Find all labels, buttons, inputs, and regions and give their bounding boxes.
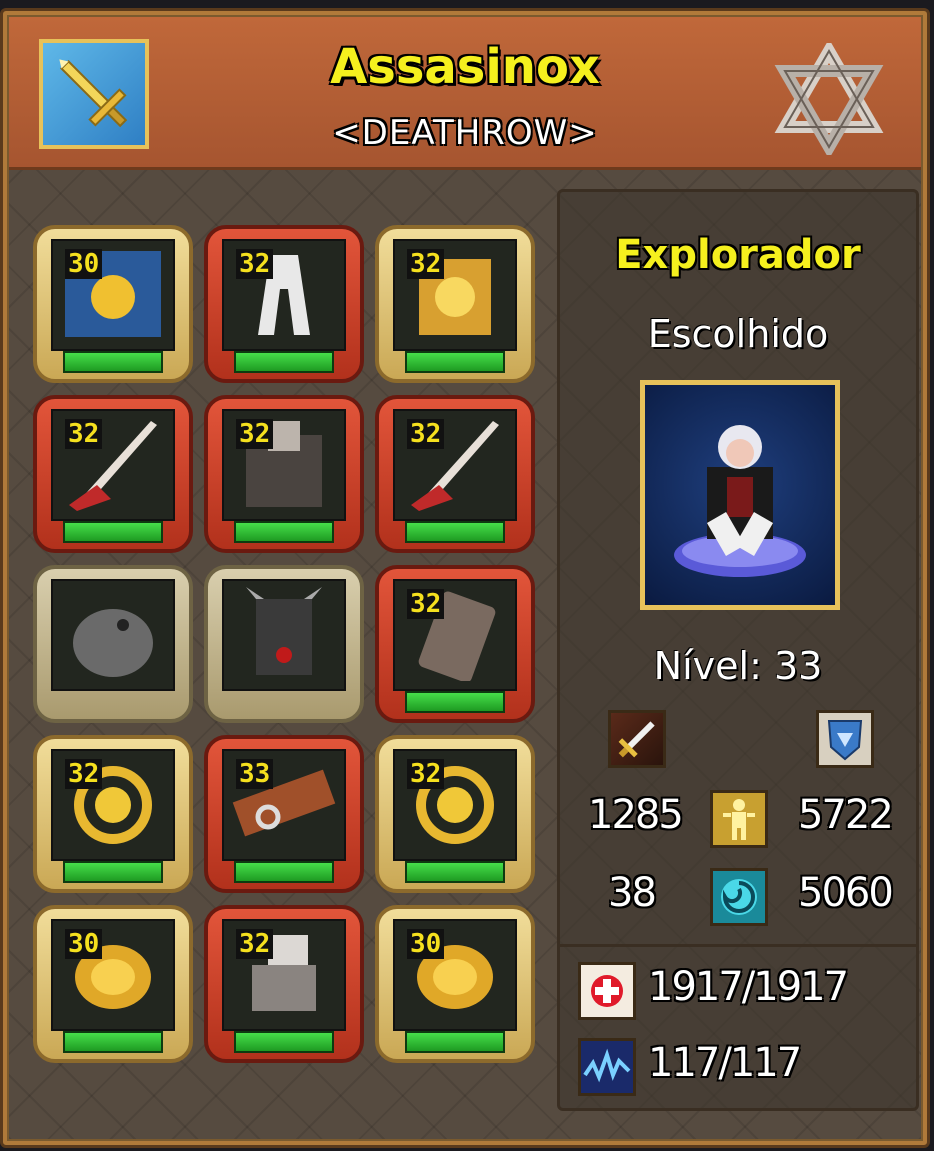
equipment-slot[interactable]: 30 [33,225,193,383]
durability-bar [405,1031,505,1053]
item-level-badge: 32 [407,589,445,619]
eagle-pet-icon [73,609,153,677]
equipment-item: 33 [222,749,346,861]
item-level-badge: 32 [407,419,445,449]
equipment-item: 30 [51,239,175,351]
equipment-slot[interactable] [204,565,364,723]
durability-bar [405,691,505,713]
mana-wave-icon [578,1038,636,1096]
equipment-item: 32 [51,749,175,861]
equipment-item: 32 [222,239,346,351]
character-portrait [640,380,840,610]
item-level-badge: 32 [236,249,274,279]
durability-bar [234,351,334,373]
vitality-value: 5722 [798,792,894,838]
equipment-slot[interactable]: 32 [375,735,535,893]
vitality-figure-icon [710,790,768,848]
character-level: Nível: 33 [653,644,823,688]
equipment-slot[interactable]: 32 [204,395,364,553]
item-level-badge: 32 [407,249,445,279]
durability-bar [63,521,163,543]
character-panel: Assasinox <DEATHROW> 30 32 32 32 32 32 32 32 33 3… [7,15,923,1141]
character-window: Assasinox <DEATHROW> 30 32 32 32 32 32 32 32 33 3… [0,8,930,1148]
equipment-slot[interactable]: 33 [204,735,364,893]
durability-bar [405,351,505,373]
equipment-item: 32 [222,409,346,521]
durability-bar [63,351,163,373]
hp-value: 1917/1917 [648,964,849,1010]
item-level-badge: 32 [65,759,103,789]
attack-sword-icon [608,710,666,768]
durability-bar [234,521,334,543]
durability-bar [63,1031,163,1053]
equipment-item [51,579,175,691]
item-level-badge: 30 [407,929,445,959]
equipment-slot[interactable]: 32 [204,225,364,383]
stats-panel: Explorador Escolhido Nível: 33 1285 5722… [557,189,919,1111]
equipment-item: 30 [393,919,517,1031]
equipment-item: 32 [393,749,517,861]
item-level-badge: 32 [236,419,274,449]
equipment-slot[interactable]: 30 [33,905,193,1063]
subclass-name: Escolhido [647,312,829,356]
attack-value: 1285 [588,792,684,838]
faction-emblem-icon [774,43,884,155]
item-level-badge: 30 [65,929,103,959]
energy-swirl-icon [710,868,768,926]
demon-costume-icon [246,587,322,675]
header: Assasinox <DEATHROW> [9,17,921,170]
secondary-value: 38 [608,870,657,916]
equipment-slot[interactable]: 32 [375,395,535,553]
item-level-badge: 33 [236,759,274,789]
durability-bar [405,861,505,883]
equipment-item: 32 [222,919,346,1031]
health-cross-icon [578,962,636,1020]
equipment-item: 30 [51,919,175,1031]
equipment-slot[interactable]: 32 [375,565,535,723]
equipment-item: 32 [393,239,517,351]
equipment-slot[interactable]: 30 [375,905,535,1063]
equipment-item: 32 [393,579,517,691]
equipment-slot[interactable]: 32 [375,225,535,383]
durability-bar [234,861,334,883]
durability-bar [63,861,163,883]
equipment-slot[interactable]: 32 [33,735,193,893]
energy-value: 5060 [798,870,894,916]
equipment-slot[interactable]: 32 [204,905,364,1063]
stats-divider [560,944,916,947]
item-level-badge: 32 [236,929,274,959]
equipment-slot[interactable] [33,565,193,723]
durability-bar [405,521,505,543]
mp-value: 117/117 [648,1040,802,1086]
defense-shield-icon [816,710,874,768]
item-level-badge: 30 [65,249,103,279]
class-name: Explorador [615,232,861,278]
equipment-item: 32 [51,409,175,521]
durability-bar [234,1031,334,1053]
equipment-item: 32 [393,409,517,521]
item-level-badge: 32 [65,419,103,449]
equipment-item [222,579,346,691]
equipment-slot[interactable]: 32 [33,395,193,553]
item-level-badge: 32 [407,759,445,789]
